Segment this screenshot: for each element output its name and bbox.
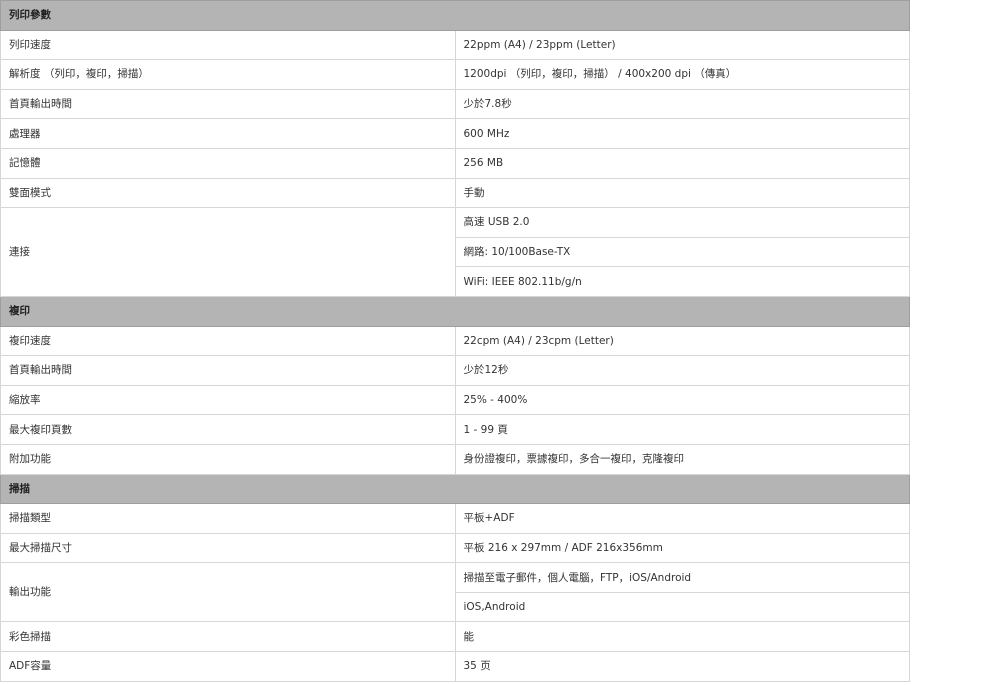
spec-value: 網路: 10/100Base-TX bbox=[454, 236, 910, 268]
spec-value: 22cpm (A4) / 23cpm (Letter) bbox=[454, 325, 910, 357]
spec-row: 縮放率 25% - 400% bbox=[0, 384, 910, 416]
spec-value: 1 - 99 頁 bbox=[454, 414, 910, 445]
spec-label: 輸出功能 bbox=[0, 562, 456, 623]
spec-value: 平板 216 x 297mm / ADF 216x356mm bbox=[454, 532, 910, 564]
spec-row: 列印速度 22ppm (A4) / 23ppm (Letter) bbox=[0, 29, 910, 61]
section-title: 複印 bbox=[0, 295, 910, 327]
spec-row: 雙面模式 手動 bbox=[0, 177, 910, 209]
spec-value: iOS,Android bbox=[454, 591, 910, 623]
section-header-row: 複印 bbox=[0, 295, 910, 327]
spec-label: 最大複印頁數 bbox=[0, 414, 456, 445]
spec-value: 1200dpi （列印，複印，掃描） / 400x200 dpi （傳真） bbox=[454, 59, 910, 90]
spec-row: 附加功能 身份證複印，票據複印，多合一複印，克隆複印 bbox=[0, 443, 910, 475]
spec-row: 首頁輸出時間 少於12秒 bbox=[0, 355, 910, 386]
spec-value: 手動 bbox=[454, 177, 910, 209]
spec-row: 解析度 （列印，複印，掃描） 1200dpi （列印，複印，掃描） / 400x2… bbox=[0, 59, 910, 90]
spec-label: 記憶體 bbox=[0, 147, 456, 179]
spec-row: 複印速度 22cpm (A4) / 23cpm (Letter) bbox=[0, 325, 910, 357]
spec-label: 雙面模式 bbox=[0, 177, 456, 209]
spec-value: 少於12秒 bbox=[454, 355, 910, 386]
spec-label: 首頁輸出時間 bbox=[0, 355, 456, 386]
spec-label: 縮放率 bbox=[0, 384, 456, 416]
spec-label: 解析度 （列印，複印，掃描） bbox=[0, 59, 456, 90]
spec-value: 高速 USB 2.0 bbox=[454, 207, 910, 238]
spec-row: 連接 高速 USB 2.0 bbox=[0, 207, 910, 297]
spec-label: 連接 bbox=[0, 207, 456, 297]
spec-row: 掃描類型 平板+ADF bbox=[0, 503, 910, 534]
spec-row: 最大掃描尺寸 平板 216 x 297mm / ADF 216x356mm bbox=[0, 532, 910, 564]
spec-label: 彩色掃描 bbox=[0, 621, 456, 653]
spec-label: 附加功能 bbox=[0, 443, 456, 475]
spec-label: 首頁輸出時間 bbox=[0, 88, 456, 120]
spec-value: 22ppm (A4) / 23ppm (Letter) bbox=[454, 29, 910, 61]
spec-row: 處理器 600 MHz bbox=[0, 118, 910, 149]
section-header-row: 列印參數 bbox=[0, 0, 910, 31]
spec-value: 身份證複印，票據複印，多合一複印，克隆複印 bbox=[454, 443, 910, 475]
spec-value: WiFi: IEEE 802.11b/g/n bbox=[454, 266, 910, 297]
spec-label: ADF容量 bbox=[0, 651, 456, 682]
spec-value: 600 MHz bbox=[454, 118, 910, 149]
spec-value: 25% - 400% bbox=[454, 384, 910, 416]
spec-label: 掃描類型 bbox=[0, 503, 456, 534]
spec-value: 35 页 bbox=[454, 651, 910, 682]
spec-label: 處理器 bbox=[0, 118, 456, 149]
spec-row: 首頁輸出時間 少於7.8秒 bbox=[0, 88, 910, 120]
spec-row: 彩色掃描能 bbox=[0, 621, 910, 653]
spec-value: 少於7.8秒 bbox=[454, 88, 910, 120]
section-title: 列印參數 bbox=[0, 0, 910, 31]
spec-row: ADF容量 35 页 bbox=[0, 651, 910, 682]
spec-value: 掃描至電子郵件，個人電腦，FTP，iOS/Android bbox=[454, 562, 910, 593]
spec-value: 256 MB bbox=[454, 147, 910, 179]
section-title: 掃描 bbox=[0, 473, 910, 505]
spec-row: 輸出功能 掃描至電子郵件，個人電腦，FTP，iOS/Android bbox=[0, 562, 910, 623]
spec-label: 列印速度 bbox=[0, 29, 456, 61]
spec-table: 列印參數 列印速度 22ppm (A4) / 23ppm (Letter) 解析度 （… bbox=[0, 0, 910, 682]
spec-value: 平板+ADF bbox=[454, 503, 910, 534]
spec-row: 記憶體 256 MB bbox=[0, 147, 910, 179]
spec-row: 最大複印頁數 1 - 99 頁 bbox=[0, 414, 910, 445]
section-header-row: 掃描 bbox=[0, 473, 910, 505]
spec-label: 最大掃描尺寸 bbox=[0, 532, 456, 564]
spec-value: 能 bbox=[454, 621, 910, 653]
spec-table-body: 列印參數 列印速度 22ppm (A4) / 23ppm (Letter) 解析度 （… bbox=[0, 0, 910, 682]
spec-label: 複印速度 bbox=[0, 325, 456, 357]
